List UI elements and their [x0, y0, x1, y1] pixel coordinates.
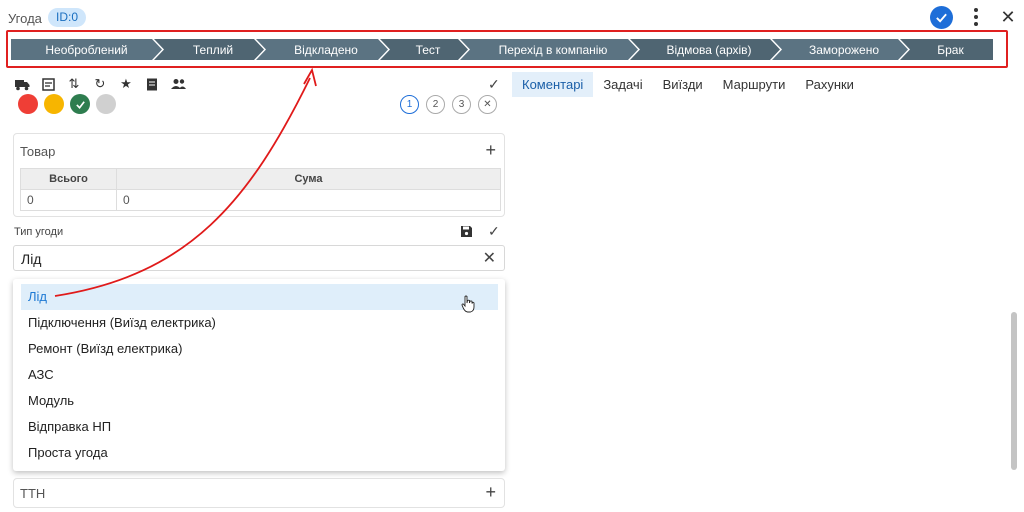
refresh-icon[interactable]: ↻: [92, 76, 108, 92]
ttn-card-title: ТТН: [20, 486, 46, 501]
dropdown-option[interactable]: Ремонт (Виїзд електрика): [21, 336, 498, 362]
color-dot-green-selected[interactable]: [70, 94, 90, 114]
stage-item[interactable]: Теплий: [154, 39, 264, 60]
top-bar: Угода ID:0 ✕: [0, 0, 1024, 34]
column-header: Всього: [20, 168, 117, 190]
confirm-button[interactable]: [930, 6, 953, 29]
hand-cursor-icon: [461, 295, 475, 313]
add-ttn-button[interactable]: +: [485, 482, 496, 503]
note-icon[interactable]: [40, 76, 56, 92]
stage-item[interactable]: Заморожено: [772, 39, 908, 60]
document-icon[interactable]: [144, 76, 160, 92]
ttn-card: ТТН +: [13, 478, 505, 508]
step-1[interactable]: 1: [400, 95, 419, 114]
color-dot-grey[interactable]: [96, 94, 116, 114]
id-badge: ID:0: [48, 8, 87, 27]
color-selector: [18, 94, 116, 114]
deal-type-value: Лід: [21, 251, 42, 267]
people-icon[interactable]: [170, 76, 186, 92]
scrollbar-thumb[interactable]: [1011, 312, 1017, 470]
add-product-button[interactable]: +: [485, 140, 496, 161]
tab-invoices[interactable]: Рахунки: [795, 72, 864, 97]
dropdown-option[interactable]: Модуль: [21, 388, 498, 414]
tab-tasks[interactable]: Задачі: [593, 72, 652, 97]
save-icon[interactable]: [460, 225, 473, 238]
column-header: Сума: [116, 168, 501, 190]
dropdown-option[interactable]: Проста угода: [21, 440, 498, 466]
swap-icon[interactable]: ⇅: [66, 76, 82, 92]
tab-bar: Коментарі Задачі Виїзди Маршрути Рахунки: [512, 72, 864, 97]
deal-type-select[interactable]: Лід ✕: [13, 245, 505, 271]
stage-pipeline: Необроблений Теплий Відкладено Тест Пере…: [11, 39, 1001, 60]
product-card-title: Товар: [20, 144, 56, 159]
color-dot-yellow[interactable]: [44, 94, 64, 114]
table-cell: 0: [116, 189, 501, 211]
step-close-icon[interactable]: ✕: [478, 95, 497, 114]
check-icon[interactable]: ✓: [488, 76, 500, 93]
tab-comments[interactable]: Коментарі: [512, 72, 594, 97]
dropdown-option[interactable]: Лід: [21, 284, 498, 310]
table-cell: 0: [20, 189, 117, 211]
dropdown-option[interactable]: АЗС: [21, 362, 498, 388]
dropdown-option[interactable]: Відправка НП: [21, 414, 498, 440]
tab-routes[interactable]: Маршрути: [713, 72, 796, 97]
dropdown-option[interactable]: Підключення (Виїзд електрика): [21, 310, 498, 336]
stage-item[interactable]: Тест: [380, 39, 468, 60]
action-toolbar: ⇅ ↻ ★: [14, 76, 186, 92]
product-card: Товар + Всього Сума 0 0: [13, 133, 505, 217]
stage-item[interactable]: Необроблений: [11, 39, 162, 60]
check-icon[interactable]: ✓: [488, 223, 500, 240]
clear-icon[interactable]: ✕: [483, 248, 496, 268]
check-icon: [936, 13, 947, 23]
step-3[interactable]: 3: [452, 95, 471, 114]
deal-type-label: Тип угоди: [14, 226, 64, 238]
color-dot-red[interactable]: [18, 94, 38, 114]
product-table: Всього Сума 0 0: [20, 168, 501, 211]
table-row: 0 0: [20, 189, 501, 211]
step-2[interactable]: 2: [426, 95, 445, 114]
window-title: Угода: [8, 11, 42, 26]
stage-item[interactable]: Перехід в компанію: [460, 39, 638, 60]
stage-item[interactable]: Відкладено: [256, 39, 388, 60]
stage-item[interactable]: Брак: [900, 39, 993, 60]
tab-visits[interactable]: Виїзди: [653, 72, 713, 97]
star-icon[interactable]: ★: [118, 76, 134, 92]
more-menu-button[interactable]: [966, 6, 986, 28]
deal-type-dropdown: Лід Підключення (Виїзд електрика) Ремонт…: [13, 279, 505, 471]
truck-icon[interactable]: [14, 76, 30, 92]
close-button[interactable]: ✕: [998, 6, 1018, 28]
step-indicator: 1 2 3 ✕: [400, 95, 497, 114]
stage-item[interactable]: Відмова (архів): [630, 39, 780, 60]
check-icon: [75, 100, 85, 109]
